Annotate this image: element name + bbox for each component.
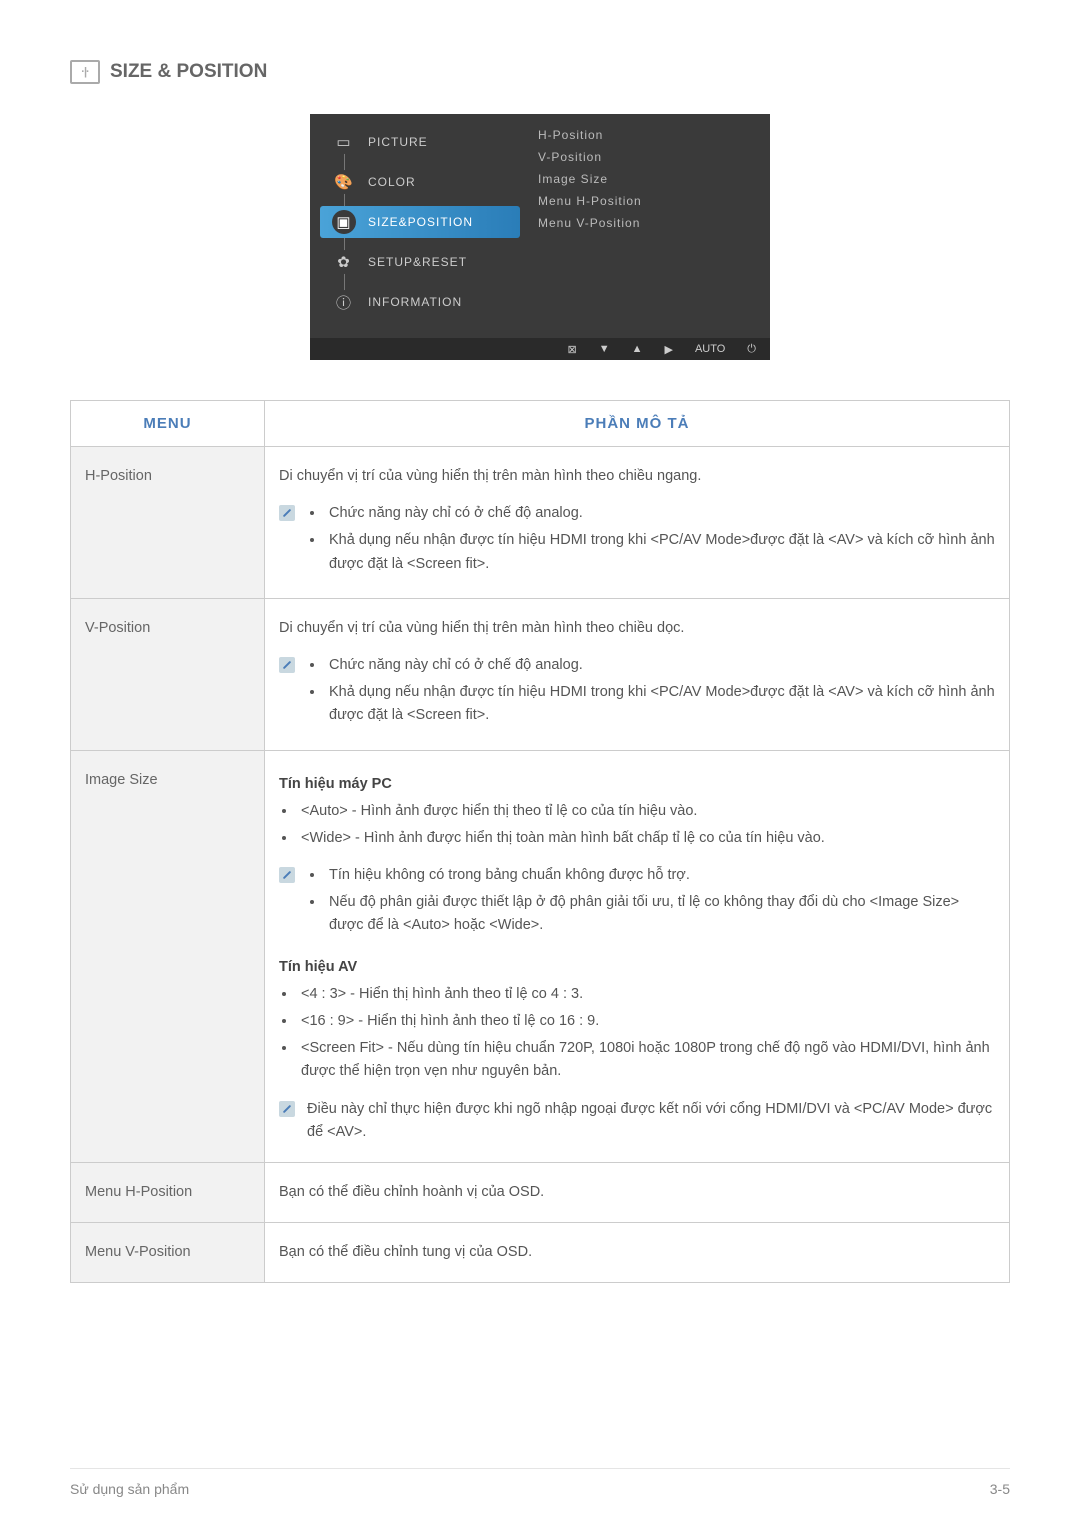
- osd-item-information: ⓘ INFORMATION: [320, 286, 520, 318]
- desc-cell: Bạn có thể điều chỉnh tung vị của OSD.: [265, 1223, 1010, 1283]
- note-icon: [279, 867, 295, 883]
- note-icon: [279, 1101, 295, 1117]
- menu-cell: H-Position: [71, 447, 265, 599]
- osd-item-picture: ▭ PICTURE: [320, 126, 520, 158]
- footer-right: 3-5: [990, 1481, 1010, 1497]
- table-row: Menu V-Position Bạn có thể điều chỉnh tu…: [71, 1223, 1010, 1283]
- desc-cell: Bạn có thể điều chỉnh hoành vị của OSD.: [265, 1162, 1010, 1222]
- menu-cell: Menu H-Position: [71, 1162, 265, 1222]
- enter-icon: ▶: [664, 343, 672, 356]
- osd-sub-item: Image Size: [538, 172, 760, 186]
- auto-label: AUTO: [695, 343, 725, 355]
- osd-sub-item: Menu H-Position: [538, 194, 760, 208]
- picture-icon: ▭: [332, 130, 356, 154]
- menu-cell: V-Position: [71, 598, 265, 750]
- table-header-menu: MENU: [71, 401, 265, 447]
- osd-sub-item: H-Position: [538, 128, 760, 142]
- menu-cell: Image Size: [71, 750, 265, 1162]
- power-icon: ⏻: [747, 343, 756, 356]
- desc-cell: Tín hiệu máy PC <Auto> - Hình ảnh được h…: [265, 750, 1010, 1162]
- table-row: Menu H-Position Bạn có thể điều chỉnh ho…: [71, 1162, 1010, 1222]
- size-icon: ▣: [332, 210, 356, 234]
- down-icon: ▼: [599, 343, 610, 355]
- up-icon: ▲: [632, 343, 643, 355]
- section-title: ·|· SIZE & POSITION: [70, 60, 1010, 84]
- table-row: H-Position Di chuyển vị trí của vùng hiể…: [71, 447, 1010, 599]
- osd-sub-item: V-Position: [538, 150, 760, 164]
- osd-item-setupreset: ✿ SETUP&RESET: [320, 246, 520, 278]
- osd-footer: ⊠ ▼ ▲ ▶ AUTO ⏻: [310, 338, 770, 360]
- desc-cell: Di chuyển vị trí của vùng hiển thị trên …: [265, 598, 1010, 750]
- section-title-text: SIZE & POSITION: [110, 61, 267, 83]
- table-row: Image Size Tín hiệu máy PC <Auto> - Hình…: [71, 750, 1010, 1162]
- osd-screenshot: ▭ PICTURE 🎨 COLOR ▣ SIZE&POSITION ✿ SETU…: [310, 114, 770, 360]
- setup-icon: ✿: [332, 250, 356, 274]
- table-header-desc: PHẦN MÔ TẢ: [265, 401, 1010, 447]
- color-icon: 🎨: [332, 170, 356, 194]
- menu-cell: Menu V-Position: [71, 1223, 265, 1283]
- osd-right-submenu: H-Position V-Position Image Size Menu H-…: [520, 126, 760, 318]
- desc-cell: Di chuyển vị trí của vùng hiển thị trên …: [265, 447, 1010, 599]
- osd-item-sizeposition: ▣ SIZE&POSITION: [320, 206, 520, 238]
- osd-item-color: 🎨 COLOR: [320, 166, 520, 198]
- osd-left-menu: ▭ PICTURE 🎨 COLOR ▣ SIZE&POSITION ✿ SETU…: [320, 126, 520, 318]
- note-icon: [279, 505, 295, 521]
- footer-left: Sử dụng sản phẩm: [70, 1481, 189, 1497]
- info-icon: ⓘ: [332, 290, 356, 314]
- close-icon: ⊠: [567, 343, 576, 356]
- page-footer: Sử dụng sản phẩm 3-5: [70, 1468, 1010, 1497]
- description-table: MENU PHẦN MÔ TẢ H-Position Di chuyển vị …: [70, 400, 1010, 1283]
- osd-sub-item: Menu V-Position: [538, 216, 760, 230]
- size-position-icon: ·|·: [70, 60, 100, 84]
- note-icon: [279, 657, 295, 673]
- table-row: V-Position Di chuyển vị trí của vùng hiể…: [71, 598, 1010, 750]
